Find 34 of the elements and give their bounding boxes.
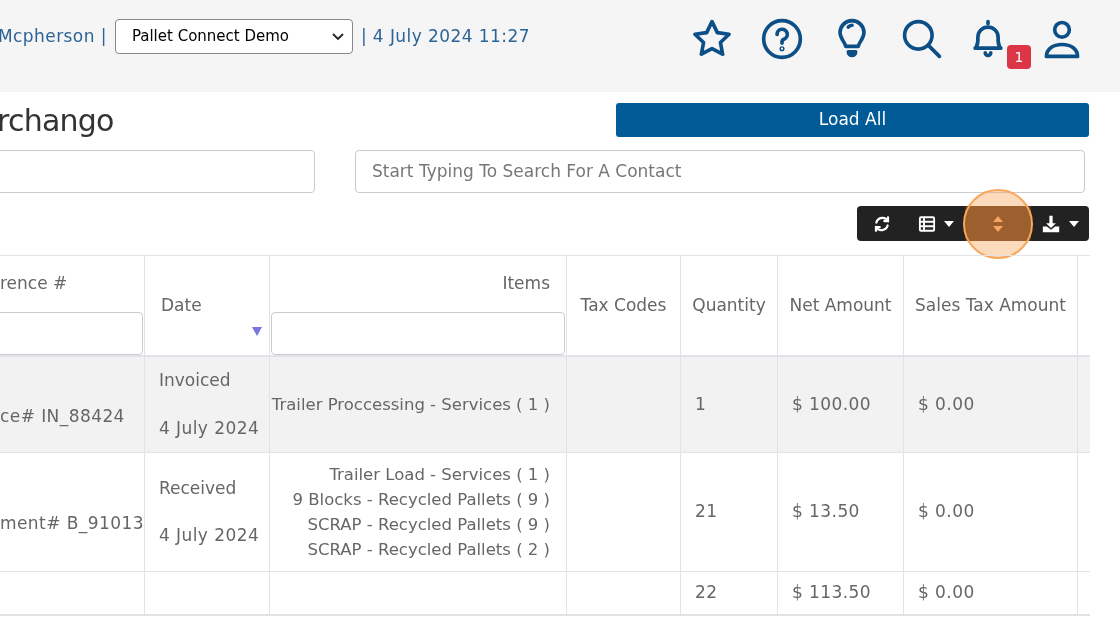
table-cell-text: $ 100.00	[792, 392, 872, 416]
notification-badge: 1	[1007, 45, 1031, 69]
table-cell-text: $ 13.50	[792, 500, 860, 524]
company-select[interactable]: Pallet Connect Demo	[114, 19, 353, 54]
page-title: rchango	[0, 101, 114, 140]
item-line: SCRAP - Recycled Pallets ( 2 )	[307, 539, 550, 561]
table-cell-text: 4 July 2024	[159, 416, 261, 440]
column-header[interactable]: rence #	[0, 271, 68, 297]
column-header[interactable]: Items	[502, 271, 550, 297]
item-line: Trailer Proccessing - Services ( 1 )	[271, 394, 550, 416]
column-header[interactable]: Date	[161, 292, 202, 319]
column-header[interactable]: Tax Codes	[580, 292, 667, 319]
total-cell-text: $ 0.00	[918, 581, 975, 605]
table-cell-text: 4 July 2024	[159, 524, 261, 547]
item-line: SCRAP - Recycled Pallets ( 9 )	[307, 514, 550, 536]
column-header[interactable]: Quantity	[692, 292, 766, 319]
table-cell-text: $ 0.00	[918, 392, 975, 416]
table-cell-text: $ 0.00	[918, 500, 975, 524]
date-time: | 4 July 2024 11:27	[360, 24, 530, 48]
status-text: Received	[159, 476, 238, 500]
table-cell-text: 1	[695, 392, 707, 416]
table-cell-text: ce# IN_88424	[0, 404, 125, 429]
total-cell-text: 22	[695, 581, 718, 605]
total-cell-text: $ 113.50	[792, 581, 872, 605]
column-header[interactable]: Net Amount	[789, 292, 892, 319]
load-all-button[interactable]: Load All	[616, 103, 1089, 137]
status-text: Invoiced	[159, 369, 232, 392]
table-cell-text: ment# B_91013	[0, 512, 144, 536]
item-line: 9 Blocks - Recycled Pallets ( 9 )	[292, 489, 550, 511]
item-line: Trailer Load - Services ( 1 )	[329, 464, 550, 486]
contact-search-field[interactable]: Start Typing To Search For A Contact	[355, 149, 1085, 193]
table-cell-text: 21	[695, 500, 718, 524]
column-header[interactable]: Sales Tax Amount	[915, 292, 1066, 319]
user-name: Mcpherson |	[0, 24, 107, 48]
